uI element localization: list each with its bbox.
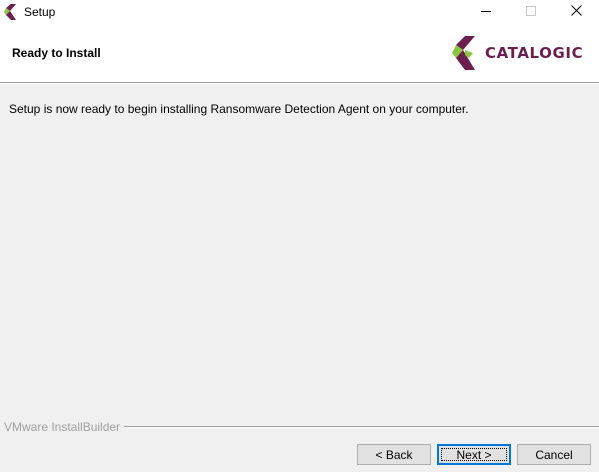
header-panel: Ready to Install CATALOGIC <box>0 24 599 82</box>
maximize-icon <box>526 5 536 19</box>
back-button[interactable]: < Back <box>357 444 431 465</box>
catalogic-logo: CATALOGIC <box>451 36 585 72</box>
minimize-icon <box>481 5 491 19</box>
cancel-button-label: Cancel <box>535 447 573 462</box>
ready-message: Setup is now ready to begin installing R… <box>9 102 469 116</box>
setup-window: Setup Ready to Install CATALOGIC Setup i… <box>0 0 599 472</box>
back-button-label: < Back <box>375 447 413 462</box>
close-icon <box>570 5 582 19</box>
cancel-button[interactable]: Cancel <box>517 444 591 465</box>
logo-wordmark: CATALOGIC <box>485 44 584 62</box>
catalogic-mark-icon <box>451 36 481 70</box>
footer-divider-highlight <box>124 427 599 428</box>
installer-branding: VMware InstallBuilder <box>4 420 121 434</box>
close-button[interactable] <box>553 0 599 24</box>
header-divider-highlight <box>0 83 599 84</box>
next-button[interactable]: Next > <box>437 444 511 465</box>
title-bar[interactable]: Setup <box>0 0 599 24</box>
window-title: Setup <box>24 5 56 19</box>
catalogic-logo-icon <box>4 4 18 20</box>
page-title: Ready to Install <box>12 46 101 60</box>
maximize-button[interactable] <box>508 0 554 24</box>
minimize-button[interactable] <box>463 0 509 24</box>
next-button-label: Next > <box>456 447 492 462</box>
